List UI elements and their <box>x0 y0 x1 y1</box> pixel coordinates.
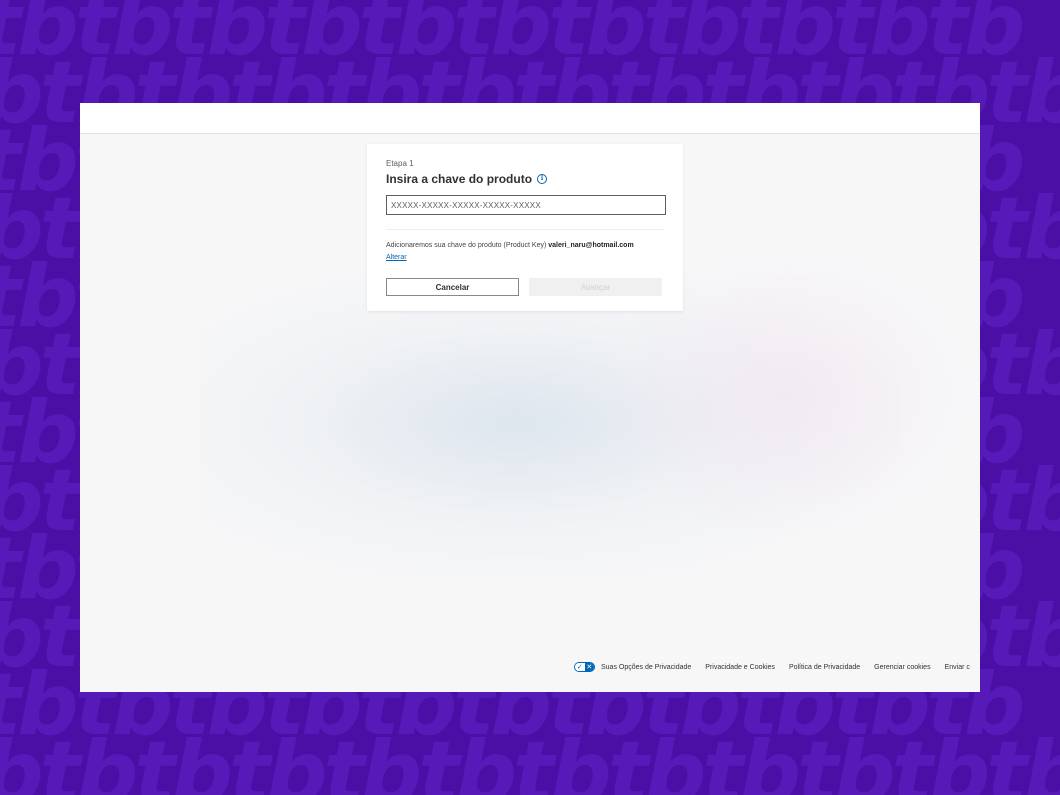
next-button: Avançar <box>529 278 662 296</box>
privacy-toggle-icon[interactable]: ✓ ✕ <box>574 662 595 672</box>
info-icon[interactable]: i <box>537 174 548 184</box>
footer-privacy-choices-link[interactable]: Suas Opções de Privacidade <box>601 664 691 671</box>
account-email: valeri_naru@hotmail.com <box>548 242 634 249</box>
change-account-link[interactable]: Alterar <box>386 254 407 261</box>
footer-manage-cookies-link[interactable]: Gerenciar cookies <box>874 664 930 671</box>
page-title: Insira a chave do produto i <box>386 172 548 186</box>
footer-privacy-cookies-link[interactable]: Privacidade e Cookies <box>705 664 775 671</box>
account-message: Adicionaremos sua chave do produto (Prod… <box>386 242 634 249</box>
product-key-input[interactable] <box>386 195 666 215</box>
footer-send-link[interactable]: Enviar c <box>945 664 970 671</box>
step-label: Etapa 1 <box>386 159 414 168</box>
cancel-button[interactable]: Cancelar <box>386 278 519 296</box>
divider <box>386 229 664 230</box>
footer-privacy-policy-link[interactable]: Política de Privacidade <box>789 664 860 671</box>
title-text: Insira a chave do produto <box>386 172 533 186</box>
page-header <box>80 103 980 134</box>
footer: ✓ ✕ Suas Opções de Privacidade Privacida… <box>574 661 980 673</box>
product-key-card: Etapa 1 Insira a chave do produto i Adic… <box>367 144 683 311</box>
browser-window: Etapa 1 Insira a chave do produto i Adic… <box>80 103 980 692</box>
account-message-text: Adicionaremos sua chave do produto (Prod… <box>386 242 547 249</box>
